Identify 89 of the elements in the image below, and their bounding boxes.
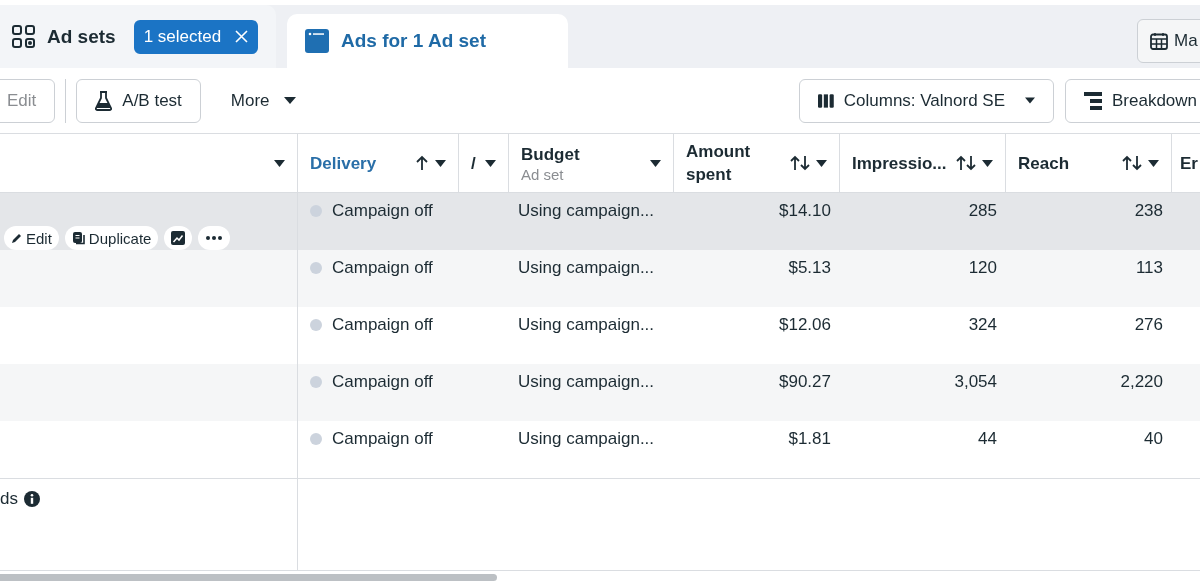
sort-icon[interactable] [956,155,976,171]
status-dot [310,205,322,217]
column-header[interactable]: Reach [1005,133,1171,193]
column-header[interactable]: Delivery [297,133,458,193]
table-cell: $90.27 [779,372,831,392]
table-row[interactable]: Campaign off Using campaign... $90.27 3,054 2,220 [0,364,1200,421]
delivery-status: Campaign off [332,372,433,392]
table-cell: 113 [1135,258,1163,278]
table-cell: 3,054 [954,372,997,392]
sort-icon[interactable] [790,155,810,171]
status-dot [310,433,322,445]
table-cell: 285 [968,201,997,221]
sort-up-icon[interactable] [415,155,429,171]
caret-icon[interactable] [816,159,827,167]
tab-label: Ad sets [47,25,116,48]
more-button[interactable]: More [218,78,308,123]
table-cell-text: Using campaign... [518,201,656,221]
column-header[interactable]: / [458,133,508,193]
columns-icon [818,92,834,109]
table-cell-text: Using campaign... [518,315,656,335]
tab[interactable]: Ads for 1 Ad set [287,14,568,68]
column-title: Er [1180,152,1199,175]
selection-badge[interactable]: 1 selected [133,19,259,54]
window-icon [305,29,329,53]
table-row[interactable]: Edit Duplicate Campaign off Using campaign... $14.10 285 238 [0,193,1200,250]
table-cell: 120 [968,258,997,278]
table-cell-text: Using campaign... [518,429,656,449]
table-cell: $14.10 [779,201,831,221]
table-cell: $12.06 [779,315,831,335]
column-title: Impressio... [852,152,948,175]
caret-icon[interactable] [982,159,993,167]
table-cell: 324 [968,315,997,335]
caret-icon [1025,97,1035,104]
column-header[interactable]: Impressio... [839,133,1005,193]
tab-label: Ads for 1 Ad set [341,30,486,52]
column-header[interactable]: Er [1171,133,1200,193]
more-icon [206,236,223,240]
status-dot [310,319,322,331]
status-dot [310,262,322,274]
sort-icon[interactable] [1122,155,1142,171]
table-cell: $1.81 [788,429,831,449]
table-cell: 44 [978,429,997,449]
column-header[interactable]: Amount spent [673,133,839,193]
table-cell: $5.13 [788,258,831,278]
caret-icon[interactable] [485,159,496,167]
table-cell: 40 [1144,429,1163,449]
duplicate-chip[interactable]: Duplicate [64,226,159,250]
more-chip[interactable] [198,226,231,250]
breakdown-button[interactable]: Breakdown [1065,78,1200,123]
breakdown-icon [1084,91,1102,110]
date-range-button[interactable]: Ma [1137,19,1200,63]
tab[interactable]: Ad sets 1 selected [0,5,276,68]
ab-test-button[interactable]: A/B test [76,78,201,123]
copy-icon [71,231,86,245]
delivery-status: Campaign off [332,429,433,449]
status-dot [310,376,322,388]
pencil-icon [11,232,23,244]
chart-chip[interactable] [164,226,193,250]
delivery-status: Campaign off [332,258,433,278]
caret-icon[interactable] [650,159,661,167]
delivery-status: Campaign off [332,315,433,335]
column-title: Delivery [310,152,378,175]
column-subtitle: Ad set [521,166,565,183]
calendar-icon [1150,32,1168,50]
info-icon[interactable] [23,491,40,507]
close-icon[interactable] [235,30,249,43]
caret-icon [283,97,296,104]
column-title: Amount spent [686,141,752,186]
grid-icon [12,25,35,48]
column-title: Reach [1018,152,1071,175]
caret-icon[interactable] [1148,159,1159,167]
table-row[interactable]: Campaign off Using campaign... $5.13 120 113 [0,250,1200,307]
table-cell: 276 [1134,315,1163,335]
table-cell: 238 [1134,201,1163,221]
delivery-status: Campaign off [332,201,433,221]
column-title: / [471,152,477,175]
column-title: Budget [521,144,581,166]
table-cell: 2,220 [1120,372,1163,392]
flask-icon [95,90,113,111]
edit-chip[interactable]: Edit [4,226,59,250]
column-header[interactable]: Budget Ad set [508,133,673,193]
table-cell-text: Using campaign... [518,258,656,278]
results-label: ds [0,489,18,509]
scrollbar-thumb[interactable] [0,574,497,581]
table-cell-text: Using campaign... [518,372,656,392]
caret-icon[interactable] [274,159,285,167]
chart-icon [171,231,186,245]
caret-icon[interactable] [435,159,446,167]
columns-button[interactable]: Columns: Valnord SE [799,78,1054,123]
